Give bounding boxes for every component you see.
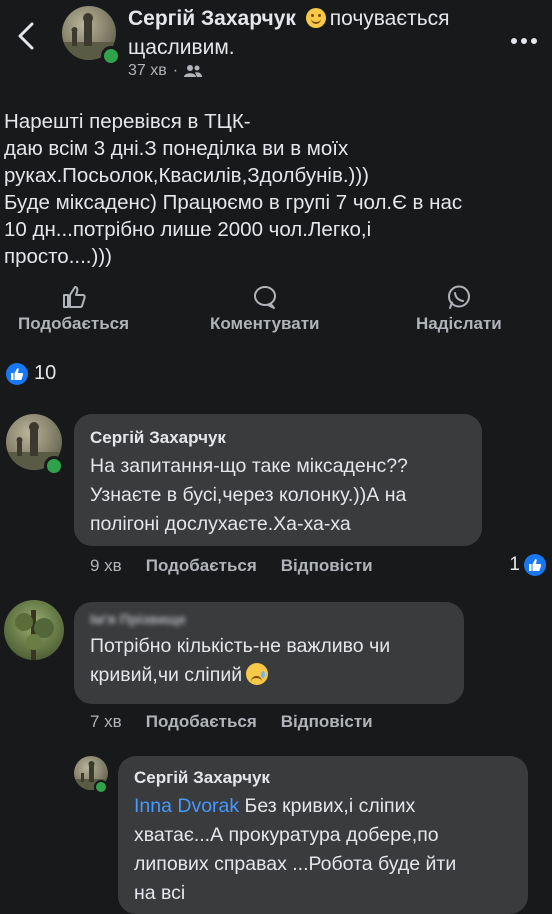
comment-meta: 7 хв Подобається Відповісти — [90, 712, 373, 732]
whatsapp-icon — [447, 285, 470, 309]
comment-time[interactable]: 7 хв — [90, 712, 122, 732]
online-status-dot — [44, 456, 64, 476]
comment-author-blurred[interactable]: Ім'я Прізвище — [90, 610, 448, 628]
comment-author[interactable]: Сергій Захарчук — [90, 426, 466, 450]
comment-bubble-icon — [253, 286, 276, 309]
comment-like-button[interactable]: Подобається — [146, 556, 257, 576]
thumbs-up-icon — [62, 286, 86, 308]
like-label: Подобається — [18, 314, 130, 333]
post-actions: Подобається Коментувати Надіслати — [0, 284, 552, 344]
comment-avatar[interactable] — [4, 600, 64, 660]
reply-bubble: Сергій Захарчук Inna Dvorak Без кривих,і… — [118, 756, 528, 914]
more-options-button[interactable] — [510, 20, 538, 52]
comment-reply-button[interactable]: Відповісти — [281, 556, 373, 576]
comment-meta: 9 хв Подобається Відповісти — [90, 556, 373, 576]
like-reaction-icon — [524, 554, 546, 576]
comment-button[interactable]: Коментувати — [210, 284, 320, 334]
post-time[interactable]: 37 хв — [128, 62, 167, 80]
comment-like-button[interactable]: Подобається — [146, 712, 257, 732]
like-button[interactable]: Подобається — [18, 284, 129, 334]
reply-author[interactable]: Сергій Захарчук — [134, 766, 512, 790]
comment-text-content: Потрібно кількість-не важливо чи кривий,… — [90, 635, 391, 686]
author-name[interactable]: Сергій Захарчук — [128, 7, 296, 30]
reactions-summary[interactable]: 10 — [6, 362, 56, 385]
post-meta: 37 хв · — [128, 62, 203, 80]
online-status-dot — [101, 46, 121, 66]
share-button[interactable]: Надіслати — [416, 284, 502, 334]
crying-face-emoji-icon — [246, 663, 269, 685]
post-text: Нарешті перевівся в ТЦК- даю всім 3 дні.… — [4, 110, 463, 268]
reply-text: Inna Dvorak Без кривих,і сліпих хватає..… — [134, 792, 512, 908]
feeling-suffix: щасливим. — [128, 36, 235, 59]
like-reaction-icon — [6, 362, 28, 385]
chevron-left-icon — [18, 22, 34, 50]
smile-emoji-icon — [305, 8, 326, 28]
comment-label: Коментувати — [210, 314, 320, 333]
comment-reaction-count[interactable]: 1 — [509, 554, 546, 576]
back-button[interactable] — [8, 14, 44, 58]
friends-audience-icon — [184, 65, 203, 77]
meta-separator: · — [172, 62, 179, 79]
avatar-image — [15, 610, 54, 660]
comment-time[interactable]: 9 хв — [90, 556, 122, 576]
comment-like-count: 1 — [509, 554, 520, 575]
reaction-count: 10 — [34, 362, 57, 384]
comment-reply-button[interactable]: Відповісти — [281, 712, 373, 732]
comment-bubble: Сергій Захарчук На запитання-що таке мік… — [74, 414, 482, 546]
header-text: Сергій Захарчук почувається щасливим. — [128, 4, 488, 62]
comment-text: На запитання-що таке міксаденс?? Узнаєте… — [90, 455, 408, 535]
feeling-prefix: почувається — [329, 7, 450, 30]
comment-text: Потрібно кількість-не важливо чи кривий,… — [90, 632, 448, 690]
comment-bubble: Ім'я Прізвище Потрібно кількість-не важл… — [74, 602, 464, 704]
online-status-dot — [94, 780, 108, 794]
share-label: Надіслати — [416, 314, 502, 333]
post-header: Сергій Захарчук почувається щасливим. 37… — [0, 0, 552, 96]
ellipsis-icon — [511, 38, 537, 44]
mention-link[interactable]: Inna Dvorak — [134, 795, 239, 817]
